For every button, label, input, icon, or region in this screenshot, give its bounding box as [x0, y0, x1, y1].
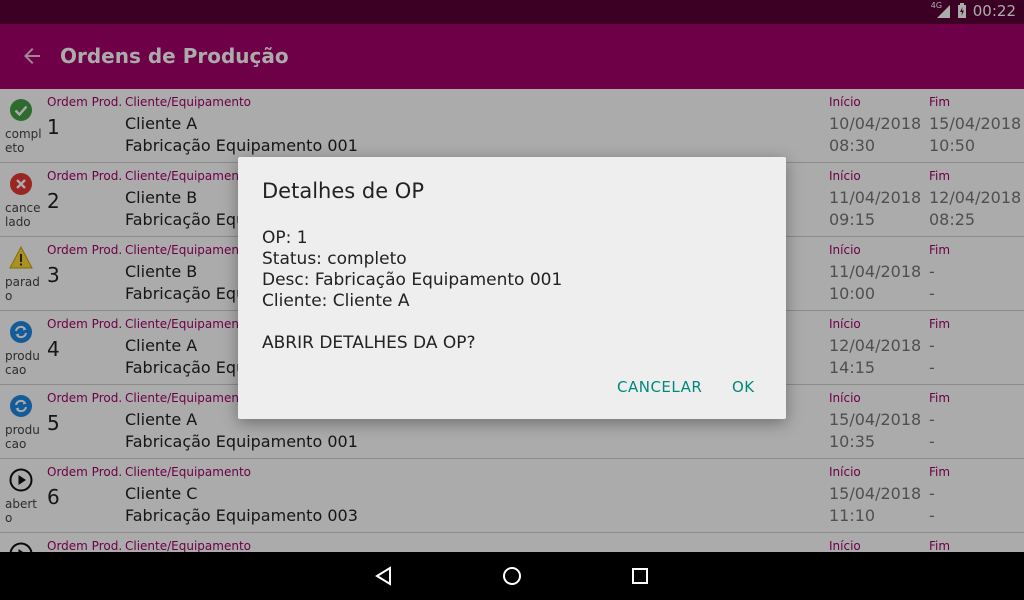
- dialog-line-desc: Desc: Fabricação Equipamento 001: [262, 270, 563, 290]
- recents-nav-icon[interactable]: [628, 564, 652, 588]
- dialog-title: Detalhes de OP: [262, 179, 424, 203]
- back-nav-icon[interactable]: [372, 564, 396, 588]
- navigation-bar: [0, 552, 1024, 600]
- dialog-line-op: OP: 1: [262, 228, 308, 248]
- dialog-question: ABRIR DETALHES DA OP?: [262, 333, 476, 353]
- ok-button[interactable]: OK: [732, 378, 755, 396]
- op-details-dialog: Detalhes de OP OP: 1 Status: completo De…: [238, 157, 786, 419]
- dialog-line-status: Status: completo: [262, 249, 407, 269]
- dialog-line-cliente: Cliente: Cliente A: [262, 291, 410, 311]
- dialog-body: OP: 1 Status: completo Desc: Fabricação …: [262, 228, 562, 312]
- home-nav-icon[interactable]: [500, 564, 524, 588]
- cancel-button[interactable]: CANCELAR: [617, 378, 702, 396]
